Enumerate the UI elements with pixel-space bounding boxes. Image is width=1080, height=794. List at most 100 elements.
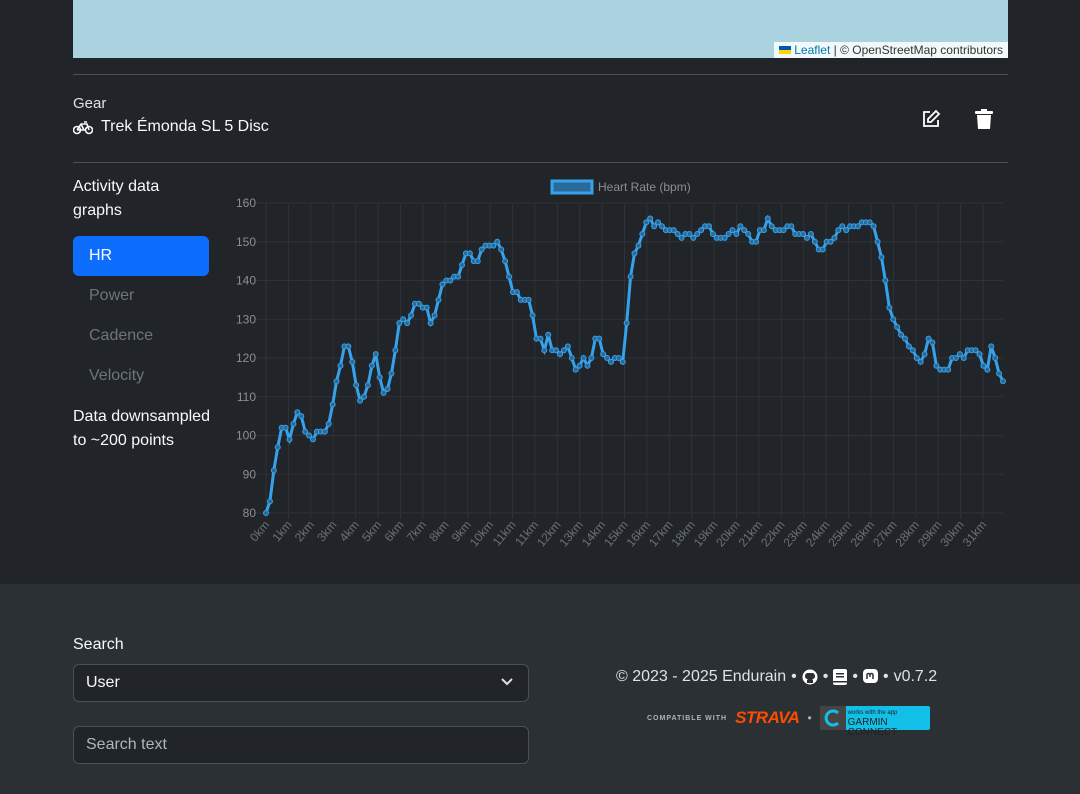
hr-data-point [435, 296, 442, 303]
hr-data-point [455, 273, 462, 280]
hr-data-point [607, 358, 614, 365]
x-tick-label: 14km [579, 518, 609, 549]
hr-data-point [580, 355, 587, 361]
ukraine-flag-icon [779, 46, 792, 54]
hr-data-point [952, 355, 959, 361]
hr-data-point [427, 320, 434, 327]
x-tick-label: 24km [803, 518, 833, 549]
divider [73, 74, 1008, 75]
hr-data-point [396, 320, 403, 327]
hr-data-point [490, 242, 497, 249]
hr-data-point [290, 420, 297, 427]
tab-cadence[interactable]: Cadence [73, 316, 209, 356]
delete-gear-button[interactable] [971, 106, 997, 132]
hr-data-point [980, 362, 987, 369]
hr-data-point [835, 227, 842, 234]
search-input[interactable]: Search text [73, 726, 529, 764]
x-tick-label: 2km [292, 518, 317, 544]
hr-data-point [337, 362, 344, 369]
hr-data-point [345, 343, 352, 350]
hr-data-point [674, 231, 681, 237]
x-tick-label: 0km [247, 518, 272, 544]
separator: • [852, 668, 858, 685]
leaflet-link[interactable]: Leaflet [794, 43, 830, 57]
hr-data-point [890, 316, 897, 323]
hr-data-point [827, 238, 834, 245]
legend-label: Heart Rate (bpm) [598, 180, 691, 194]
x-tick-label: 25km [825, 518, 855, 549]
route-map[interactable]: Leaflet | © OpenStreetMap contributors [73, 0, 1008, 58]
compatible-with-label: COMPATIBLE WITH [647, 714, 728, 722]
copyright-line: © 2023 - 2025 Endurain • • • • v0.7.2 [616, 668, 937, 686]
tab-velocity[interactable]: Velocity [73, 356, 209, 396]
y-tick-label: 150 [236, 235, 256, 249]
x-tick-label: 8km [426, 518, 451, 544]
garmin-connect-badge[interactable]: works with the app GARMIN CONNECT [819, 706, 930, 738]
tab-hr[interactable]: HR [73, 236, 209, 276]
mastodon-icon[interactable] [862, 669, 878, 685]
hr-data-point [263, 510, 269, 516]
x-tick-label: 21km [736, 518, 766, 549]
x-tick-label: 29km [915, 518, 945, 549]
separator: • [822, 668, 829, 685]
hr-data-point [898, 331, 905, 338]
y-tick-label: 100 [236, 429, 256, 443]
hr-data-point [709, 231, 716, 237]
x-tick-label: 20km [713, 518, 743, 549]
hr-data-point [498, 246, 505, 253]
hr-line [264, 214, 1005, 514]
book-icon[interactable] [833, 669, 848, 685]
hr-data-point [506, 273, 513, 280]
hr-data-point [474, 258, 481, 265]
hr-data-point [349, 358, 356, 365]
search-type-select[interactable]: User [73, 664, 529, 702]
hr-data-point [807, 231, 814, 237]
hr-data-point [643, 219, 650, 226]
hr-data-point [596, 335, 603, 342]
hr-data-point [310, 436, 317, 443]
hr-data-point [459, 262, 466, 268]
hr-data-point [478, 246, 485, 253]
x-tick-label: 3km [314, 518, 339, 544]
hr-data-point [329, 401, 336, 408]
tab-power[interactable]: Power [73, 276, 209, 316]
graph-tabs: HR Power Cadence Velocity [73, 236, 209, 396]
separator: • [807, 711, 812, 725]
search-placeholder: Search text [86, 736, 167, 753]
hr-data-point [690, 234, 697, 241]
x-tick-label: 12km [534, 518, 564, 549]
separator: • [791, 668, 797, 685]
hr-data-point [537, 335, 544, 342]
x-tick-label: 26km [848, 518, 878, 549]
hr-data-point [905, 343, 912, 350]
hr-data-point [404, 320, 411, 327]
garmin-logo-icon [819, 706, 846, 730]
hr-data-point [670, 227, 677, 234]
hr-data-point [423, 304, 430, 311]
hr-data-point [992, 355, 999, 361]
hr-data-point [988, 343, 995, 350]
x-tick-label: 30km [937, 518, 967, 549]
x-tick-label: 17km [646, 518, 676, 549]
hr-data-point [788, 223, 795, 230]
hr-data-point [894, 324, 901, 330]
hr-data-point [866, 219, 873, 226]
y-tick-label: 140 [236, 274, 256, 288]
github-icon[interactable] [802, 669, 818, 685]
hr-data-point [494, 238, 501, 245]
map-attribution: Leaflet | © OpenStreetMap contributors [774, 42, 1008, 58]
separator: • [882, 668, 889, 685]
hr-data-point [658, 223, 665, 230]
edit-gear-button[interactable] [918, 106, 944, 132]
hr-data-point [615, 355, 622, 361]
hr-data-point [635, 242, 642, 249]
graphs-title: Activity data graphs [73, 178, 160, 219]
trash-icon [975, 109, 993, 129]
chevron-down-icon [501, 678, 513, 686]
hr-data-point [380, 389, 387, 396]
hr-data-point [913, 355, 920, 361]
x-tick-label: 23km [780, 518, 810, 549]
hr-data-point [353, 382, 360, 389]
strava-logo[interactable]: STRAVA [735, 708, 800, 728]
hr-data-point [576, 362, 583, 369]
